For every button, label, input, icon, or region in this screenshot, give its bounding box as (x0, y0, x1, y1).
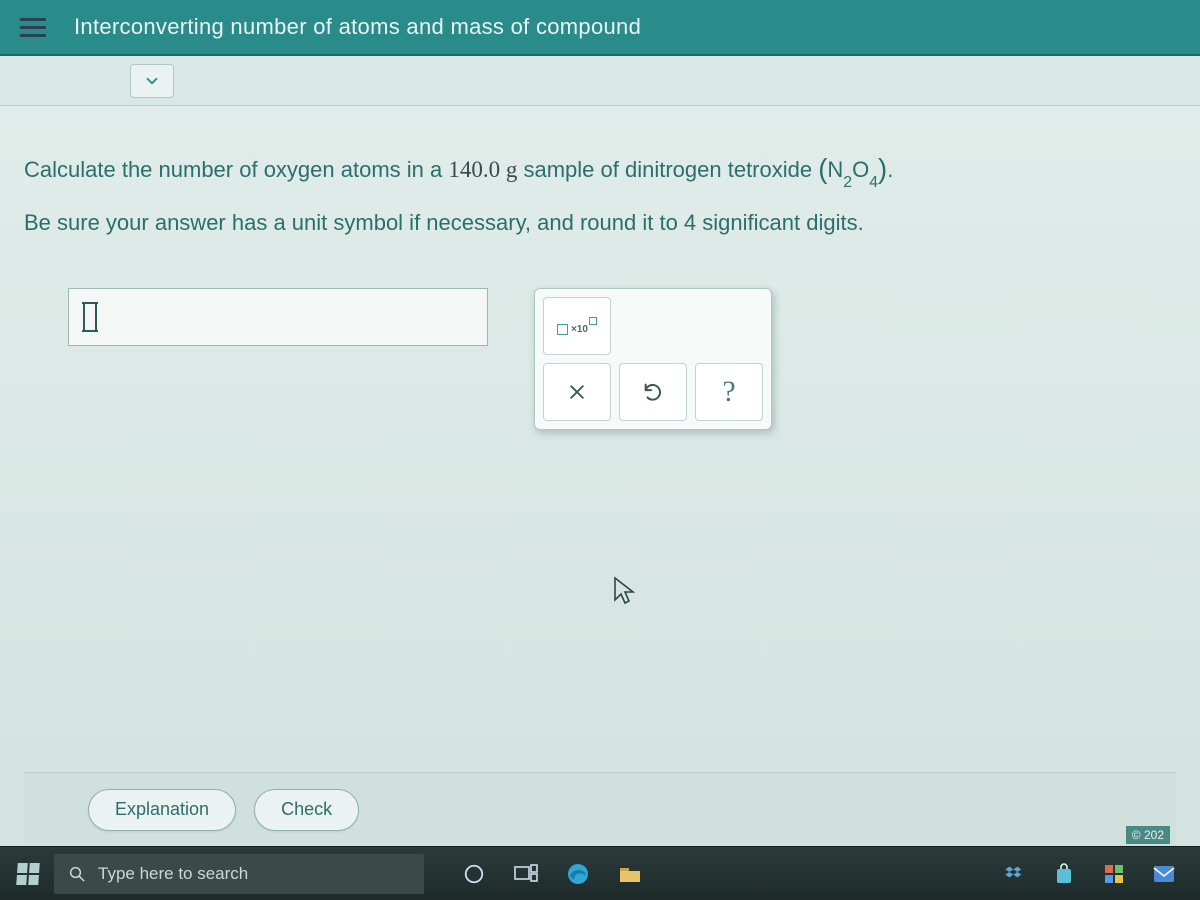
cortana-button[interactable] (450, 852, 498, 896)
lesson-title: Interconverting number of atoms and mass… (74, 14, 641, 40)
mass-value: 140.0 g (448, 157, 517, 182)
copyright-text: © 202 (1126, 826, 1170, 844)
dropdown-toggle[interactable] (130, 64, 174, 98)
chevron-down-icon (143, 72, 161, 90)
explanation-button[interactable]: Explanation (88, 789, 236, 831)
taskbar-search[interactable]: Type here to search (54, 854, 424, 894)
problem-footer: Explanation Check © 202 (24, 772, 1176, 846)
work-row: ×10 ? (24, 288, 1176, 430)
problem-text-mid: sample of dinitrogen tetroxide (523, 157, 818, 182)
undo-icon (642, 381, 664, 403)
search-icon (68, 865, 86, 883)
mouse-cursor-icon (612, 576, 638, 606)
grid-icon (1105, 865, 1123, 883)
store-icon (1054, 863, 1074, 885)
text-cursor-icon (83, 302, 97, 332)
problem-area: Calculate the number of oxygen atoms in … (0, 106, 1200, 846)
help-button[interactable]: ? (695, 363, 763, 421)
x10-label: ×10 (571, 324, 588, 335)
menu-icon[interactable] (20, 18, 46, 37)
check-button[interactable]: Check (254, 789, 359, 831)
tray-app-2[interactable] (1040, 852, 1088, 896)
exponent-box-icon (589, 317, 597, 325)
edge-icon (566, 862, 590, 886)
system-tray (990, 852, 1192, 896)
tool-panel: ×10 ? (534, 288, 772, 430)
start-button[interactable] (8, 854, 48, 894)
answer-input-box[interactable] (68, 288, 488, 346)
file-explorer-icon[interactable] (606, 852, 654, 896)
windows-logo-icon (16, 863, 40, 885)
tray-app-4[interactable] (1140, 852, 1188, 896)
task-view-button[interactable] (502, 852, 550, 896)
close-icon (567, 382, 587, 402)
placeholder-box-icon (557, 324, 568, 335)
circle-icon (463, 863, 485, 885)
tray-app-3[interactable] (1090, 852, 1138, 896)
lesson-header: Interconverting number of atoms and mass… (0, 0, 1200, 56)
undo-button[interactable] (619, 363, 687, 421)
folder-icon (618, 864, 642, 884)
dropbox-icon (1004, 864, 1024, 884)
answer-input[interactable] (97, 289, 473, 345)
taskbar-apps (450, 852, 654, 896)
tray-app-1[interactable] (990, 852, 1038, 896)
problem-text-prefix: Calculate the number of oxygen atoms in … (24, 157, 448, 182)
clear-button[interactable] (543, 363, 611, 421)
mail-icon (1153, 865, 1175, 883)
tab-row (0, 56, 1200, 106)
sci-notation-button[interactable]: ×10 (543, 297, 611, 355)
windows-taskbar: Type here to search (0, 846, 1200, 900)
problem-hint: Be sure your answer has a unit symbol if… (24, 202, 1176, 244)
search-placeholder: Type here to search (98, 864, 248, 884)
edge-app-icon[interactable] (554, 852, 602, 896)
question-mark-icon: ? (722, 375, 735, 409)
task-view-icon (514, 864, 538, 884)
problem-statement: Calculate the number of oxygen atoms in … (24, 142, 1176, 194)
chemical-formula: (N2O4). (818, 157, 893, 182)
